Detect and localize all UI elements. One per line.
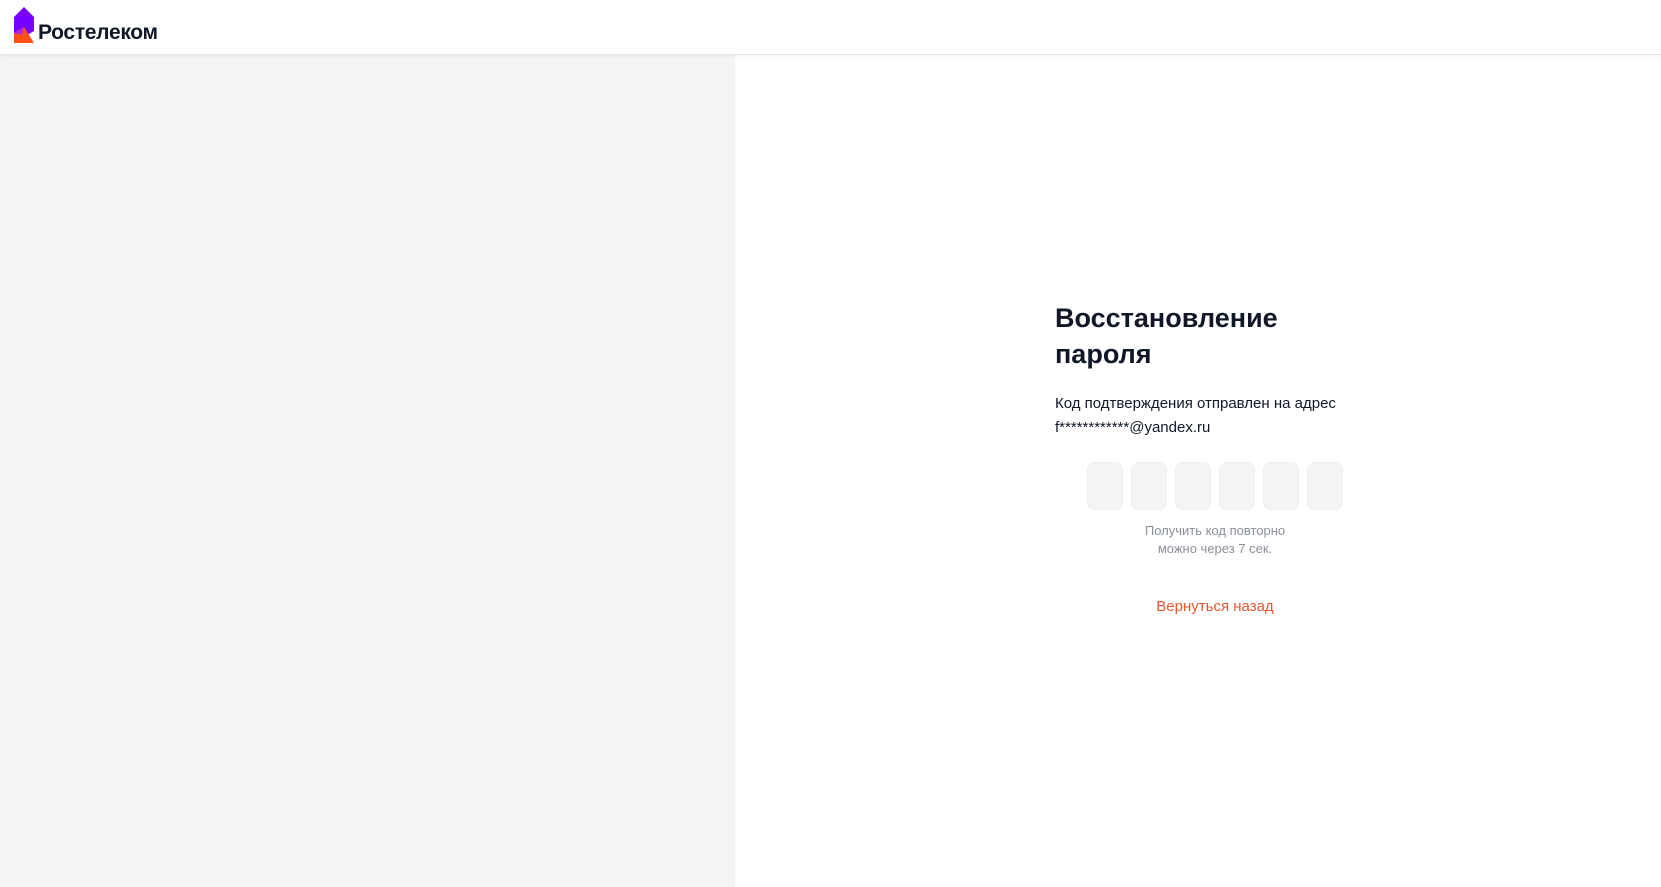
code-digit-6[interactable] xyxy=(1307,462,1343,510)
back-link[interactable]: Вернуться назад xyxy=(1087,598,1343,615)
resend-line2: можно через 7 сек. xyxy=(1157,541,1273,556)
code-input-group xyxy=(1087,462,1375,510)
confirmation-message: Код подтверждения отправлен на адрес f**… xyxy=(1055,392,1375,440)
rostelecom-logo[interactable]: Ростелеком xyxy=(14,6,158,44)
rostelecom-logo-icon xyxy=(14,7,34,43)
top-header: Ростелеком xyxy=(0,0,1661,55)
page-title: Восстановление пароля xyxy=(1055,303,1278,369)
brand-name: Ростелеком xyxy=(38,21,158,44)
code-digit-3[interactable] xyxy=(1175,462,1211,510)
password-recovery-form: Восстановление пароля Код подтверждения … xyxy=(1055,300,1375,615)
resend-line1: Получить код повторно xyxy=(1144,523,1286,538)
confirmation-message-line1: Код подтверждения отправлен на адрес xyxy=(1055,395,1336,412)
code-digit-5[interactable] xyxy=(1263,462,1299,510)
code-digit-4[interactable] xyxy=(1219,462,1255,510)
resend-timer-text: Получить код повторно можно через 7 сек. xyxy=(1087,522,1343,558)
left-panel xyxy=(0,55,735,887)
code-digit-1[interactable] xyxy=(1087,462,1123,510)
code-digit-2[interactable] xyxy=(1131,462,1167,510)
masked-email: f************@yandex.ru xyxy=(1055,419,1211,436)
